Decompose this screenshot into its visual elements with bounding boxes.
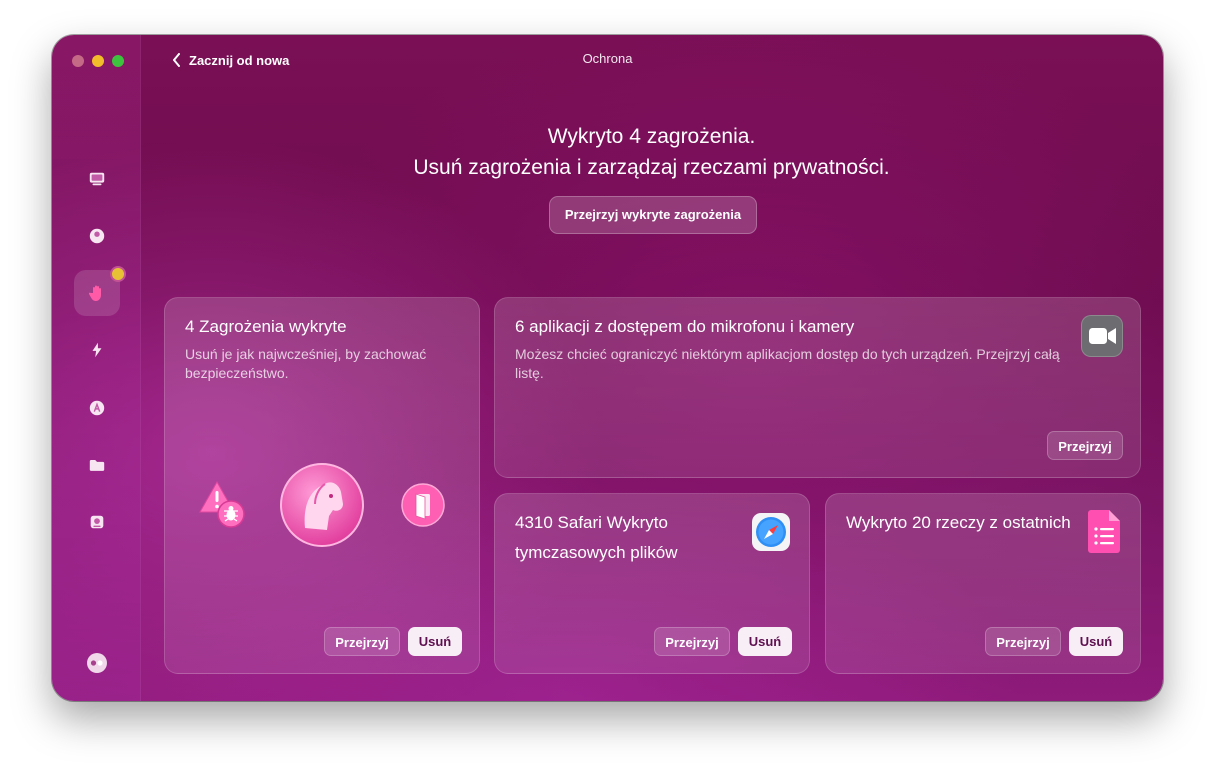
facetime-camera-icon xyxy=(1081,315,1123,357)
sidebar-item-speed[interactable] xyxy=(74,327,120,373)
hand-icon xyxy=(88,285,101,301)
window-title: Ochrona xyxy=(582,51,633,66)
sidebar-item-privacy[interactable] xyxy=(74,213,120,259)
assistant-icon[interactable] xyxy=(86,652,108,674)
headline-line-2: Usuń zagrożenia i zarządzaj rzeczami pry… xyxy=(413,156,890,179)
safari-files-card: 4310 Safari Wykryto tymczasowych plików … xyxy=(494,493,810,674)
headline-line-1: Wykryto 4 zagrożenia. xyxy=(547,125,756,148)
folder-icon xyxy=(89,460,105,471)
notification-badge xyxy=(110,266,126,282)
review-threats-button[interactable]: Przejrzyj wykryte zagrożenia xyxy=(549,196,757,234)
sidebar-item-monitor[interactable] xyxy=(74,156,120,202)
protection-horse-icon xyxy=(280,463,364,547)
sidebar xyxy=(52,35,141,701)
threat-warning-bug-icon xyxy=(199,480,245,528)
safari-remove-button[interactable]: Usuń xyxy=(738,627,792,656)
threats-card-description: Usuń je jak najwcześniej, by zachować be… xyxy=(185,346,427,381)
door-exit-icon xyxy=(401,483,445,527)
sidebar-item-files[interactable] xyxy=(74,442,120,488)
scan-summary-headline: Wykryto 4 zagrożenia. Usuń zagrożenia i … xyxy=(140,121,1163,183)
safari-icon xyxy=(752,513,790,551)
monitor-icon xyxy=(89,172,105,186)
privacy-ball-icon xyxy=(89,228,105,244)
threats-review-button[interactable]: Przejrzyj xyxy=(324,627,400,656)
recent-remove-button[interactable]: Usuń xyxy=(1069,627,1123,656)
recent-card-title: Wykryto 20 rzeczy z ostatnich xyxy=(846,513,1071,532)
recent-items-card: Wykryto 20 rzeczy z ostatnich Przejrzyj … xyxy=(825,493,1141,674)
sidebar-item-applications[interactable] xyxy=(74,385,120,431)
app-store-icon xyxy=(89,400,105,416)
disk-icon xyxy=(90,515,104,529)
threats-card: 4 Zagrożenia wykryte Usuń je jak najwcze… xyxy=(164,297,480,674)
safari-review-button[interactable]: Przejrzyj xyxy=(654,627,730,656)
sidebar-item-protection[interactable] xyxy=(74,266,126,316)
safari-card-title: 4310 Safari Wykryto tymczasowych plików xyxy=(515,513,678,562)
threats-card-title: 4 Zagrożenia wykryte xyxy=(185,317,347,336)
camera-card-description: Możesz chcieć ograniczyć niektórym aplik… xyxy=(515,346,1060,381)
threats-remove-button[interactable]: Usuń xyxy=(408,627,462,656)
recent-review-button[interactable]: Przejrzyj xyxy=(985,627,1061,656)
sidebar-item-space[interactable] xyxy=(74,499,120,545)
app-window: Zacznij od nowa Ochrona Wykryto 4 zagroż… xyxy=(52,35,1163,701)
lightning-icon xyxy=(92,342,102,358)
camera-card-title: 6 aplikacji z dostępem do mikrofonu i ka… xyxy=(515,317,855,336)
camera-access-card: 6 aplikacji z dostępem do mikrofonu i ka… xyxy=(494,297,1141,478)
camera-review-button[interactable]: Przejrzyj xyxy=(1047,431,1123,460)
recent-list-icon xyxy=(1088,510,1120,553)
